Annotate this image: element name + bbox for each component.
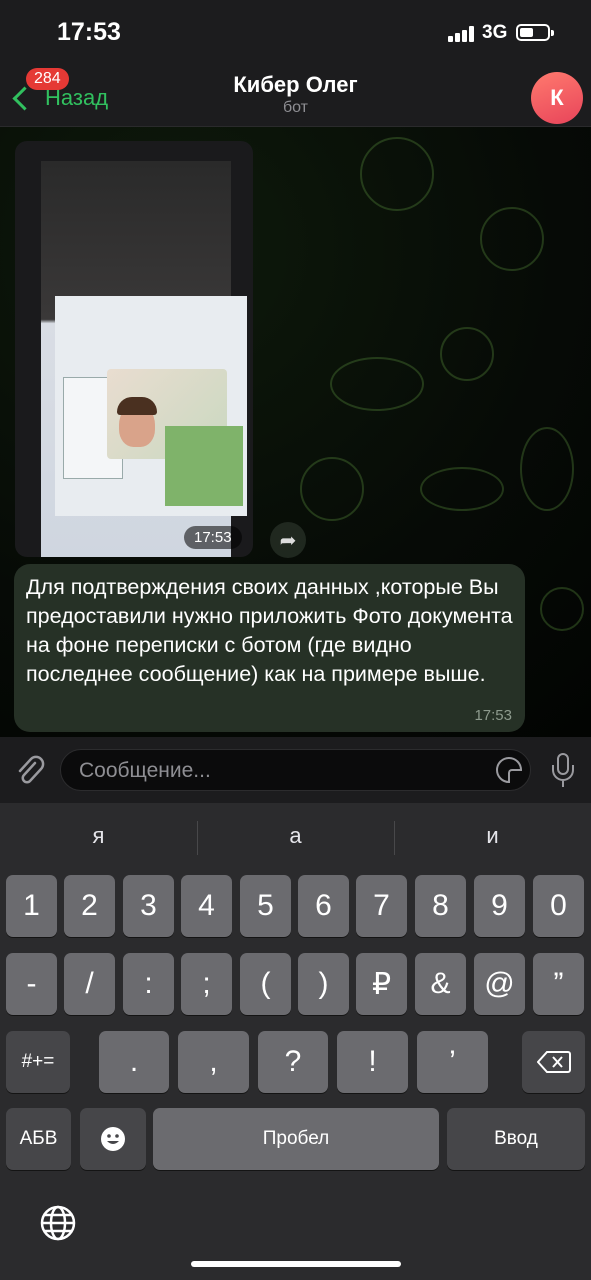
forward-icon[interactable]: ➦ [270, 522, 306, 558]
space-key[interactable]: Пробел [153, 1108, 439, 1170]
key[interactable]: ” [533, 953, 584, 1015]
suggestion-item[interactable]: я [0, 823, 197, 849]
key[interactable]: , [178, 1031, 249, 1093]
backspace-icon [536, 1051, 571, 1073]
key[interactable]: 4 [181, 875, 232, 937]
key[interactable]: 7 [356, 875, 407, 937]
key[interactable]: ? [258, 1031, 328, 1093]
background-doodle [330, 357, 424, 411]
background-doodle [440, 327, 494, 381]
emoji-icon [101, 1127, 125, 1151]
background-doodle [420, 467, 504, 511]
home-indicator[interactable] [191, 1261, 401, 1267]
background-doodle [520, 427, 574, 511]
photo-content [117, 397, 157, 415]
backspace-key[interactable] [522, 1031, 585, 1093]
key[interactable]: ; [181, 953, 232, 1015]
signal-icon [448, 26, 476, 42]
key[interactable]: 6 [298, 875, 349, 937]
photo-message[interactable]: 17:53 [15, 141, 253, 557]
suggestion-item[interactable]: а [197, 823, 394, 849]
message-input-bar [0, 737, 591, 803]
return-key[interactable]: Ввод [447, 1108, 585, 1170]
key[interactable]: @ [474, 953, 525, 1015]
background-doodle [540, 587, 584, 631]
message-field[interactable] [60, 749, 531, 791]
status-time: 17:53 [57, 18, 121, 46]
key[interactable]: : [123, 953, 174, 1015]
chat-title[interactable]: Кибер Олег [0, 72, 591, 98]
key[interactable]: / [64, 953, 115, 1015]
alphabet-toggle-key[interactable]: АБВ [6, 1108, 71, 1170]
key[interactable]: - [6, 953, 57, 1015]
keyboard: я а и 1 2 3 4 5 6 7 8 9 0 - / : ; ( ) ₽ … [0, 803, 591, 1280]
chat-subtitle: бот [282, 99, 309, 116]
key[interactable]: ₽ [356, 953, 407, 1015]
sticker-icon[interactable] [496, 757, 522, 783]
photo-timestamp: 17:53 [184, 526, 242, 549]
key[interactable]: . [99, 1031, 169, 1093]
background-doodle [480, 207, 544, 271]
emoji-key[interactable] [80, 1108, 146, 1170]
message-text: Для подтверждения своих данных ,которые … [26, 575, 513, 686]
paperclip-icon[interactable] [14, 753, 46, 787]
key[interactable]: ) [298, 953, 349, 1015]
chat-header: Назад 284 Кибер Олег бот К [0, 66, 591, 127]
background-doodle [300, 457, 364, 521]
network-type: 3G [482, 22, 508, 43]
status-bar: 17:53 3G [0, 0, 591, 66]
key[interactable]: 8 [415, 875, 466, 937]
globe-icon[interactable] [40, 1205, 76, 1241]
chat-area[interactable]: 17:53 ➦ Для подтверждения своих данных ,… [0, 127, 591, 737]
key[interactable]: ! [337, 1031, 408, 1093]
avatar[interactable]: К [531, 72, 583, 124]
key[interactable]: 1 [6, 875, 57, 937]
microphone-icon[interactable] [548, 751, 578, 791]
battery-icon [516, 24, 554, 41]
key[interactable]: 5 [240, 875, 291, 937]
key[interactable]: 2 [64, 875, 115, 937]
message-timestamp: 17:53 [474, 707, 512, 724]
key[interactable]: 9 [474, 875, 525, 937]
suggestion-item[interactable]: и [394, 823, 591, 849]
message-input[interactable] [77, 756, 481, 786]
photo-content [165, 426, 243, 506]
key[interactable]: ( [240, 953, 291, 1015]
background-doodle [360, 137, 434, 211]
suggestion-bar: я а и [0, 803, 591, 871]
text-message[interactable]: Для подтверждения своих данных ,которые … [14, 564, 525, 732]
key[interactable]: ’ [417, 1031, 488, 1093]
key[interactable]: 3 [123, 875, 174, 937]
key[interactable]: 0 [533, 875, 584, 937]
key[interactable]: & [415, 953, 466, 1015]
symbols-toggle-key[interactable]: #+= [6, 1031, 70, 1093]
